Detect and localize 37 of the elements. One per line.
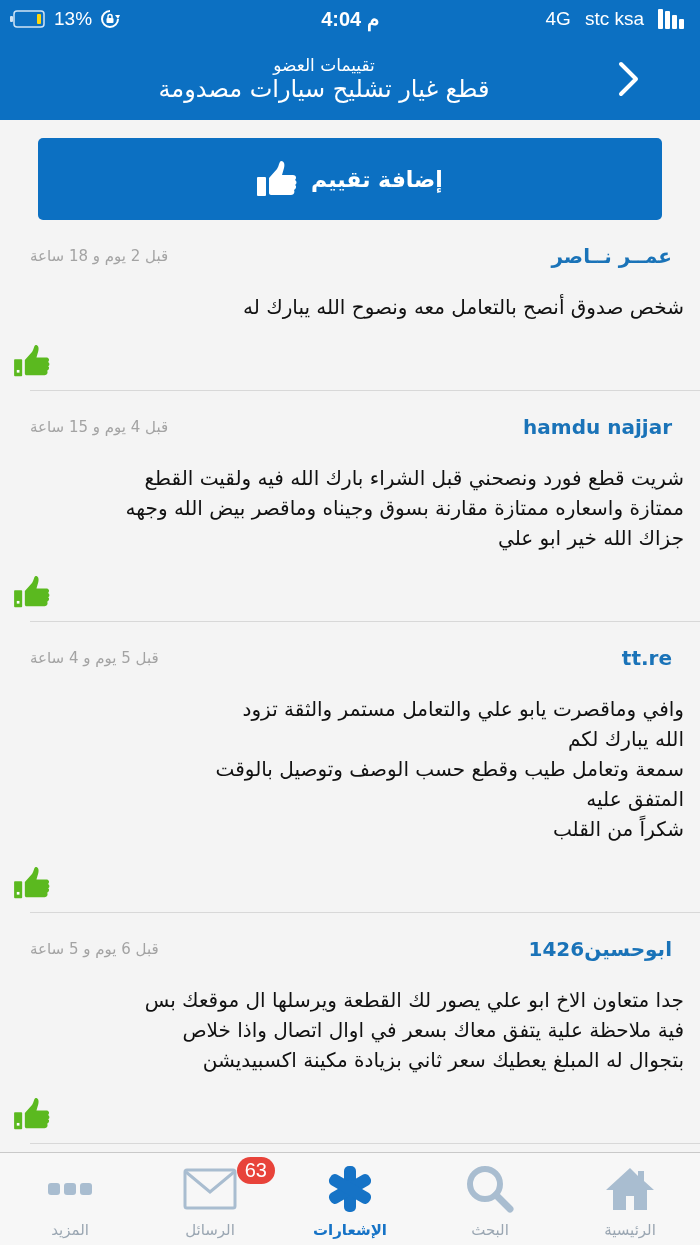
review-text: جدا متعاون الاخ ابو علي يصور لك القطعة ويرسلها ال موقعك بس فية ملاحظة علية يتفق معاك بسعر في اوال اتصال واذا خلاص بتجوال له المبلغ يعطيك سعر ثاني بزيادة مكينة اكسبيديشن	[143, 987, 684, 1075]
tab-bar-item[interactable]: الإشعارات	[290, 1153, 410, 1245]
carrier-name: stc ksa	[584, 8, 644, 30]
review-time: قبل 4 يوم و 15 ساعة	[30, 418, 169, 436]
reviewer-name[interactable]: عمــر نــاصر	[551, 244, 684, 268]
thumbs-up-icon[interactable]	[14, 866, 50, 900]
add-review-button[interactable]: إضافة تقييم	[38, 138, 662, 220]
battery-icon	[10, 10, 46, 28]
reviewer-name[interactable]: tt.re	[621, 646, 684, 670]
review-text: وافي وماقصرت يابو علي والتعامل مستمر والثقة تزود الله يبارك لكم سمعة وتعامل طيب وقطع حسب الوصف وتوصيل بالوقت المتفق عليه شكراً من القلب	[214, 696, 684, 843]
page-title: قطع غيار تشليح سيارات مصدومة	[158, 75, 490, 103]
rotation-lock-icon	[100, 9, 121, 29]
tab-bar-item[interactable]: البحث	[430, 1153, 550, 1245]
asterisk-icon	[327, 1166, 373, 1212]
tab-bar-item[interactable]: الرئيسية	[570, 1153, 690, 1245]
review-time: قبل 6 يوم و 5 ساعة	[30, 940, 159, 958]
battery-percent: 13%	[54, 8, 93, 30]
envelope-icon	[183, 1168, 237, 1210]
thumbs-up-icon[interactable]	[14, 575, 50, 609]
review-time: قبل 5 يوم و 4 ساعة	[30, 649, 159, 667]
review-text: شخص صدوق أنصح بالتعامل معه ونصوح الله يبارك له	[242, 293, 684, 321]
clock: 4:04 م	[321, 7, 379, 31]
thumbs-up-icon	[257, 160, 298, 198]
page-subtitle: تقييمات العضو	[273, 55, 375, 75]
chevron-icon[interactable]	[618, 61, 640, 97]
reviewer-name[interactable]: ابوحسين1426	[528, 937, 684, 961]
thumbs-up-icon[interactable]	[14, 1097, 50, 1131]
reviewer-name[interactable]: hamdu najjar	[523, 415, 684, 439]
tab-bar-item[interactable]: المزيد	[10, 1153, 130, 1245]
unread-badge: 63	[236, 1157, 275, 1184]
more-icon	[48, 1182, 92, 1196]
review-text: شريت قطع فورد ونصحني قبل الشراء بارك الله فيه ولقيت القطع ممتازة واسعاره ممتازة مقارنة بسوق وجيناه وماقصر بيض الله وجهه جزاك الله خير ابو علي	[124, 465, 684, 553]
network-type: 4G	[545, 8, 571, 30]
thumbs-up-icon[interactable]	[14, 344, 50, 378]
home-icon	[604, 1166, 656, 1212]
search-icon	[466, 1165, 514, 1213]
review-time: قبل 2 يوم و 18 ساعة	[30, 247, 169, 265]
